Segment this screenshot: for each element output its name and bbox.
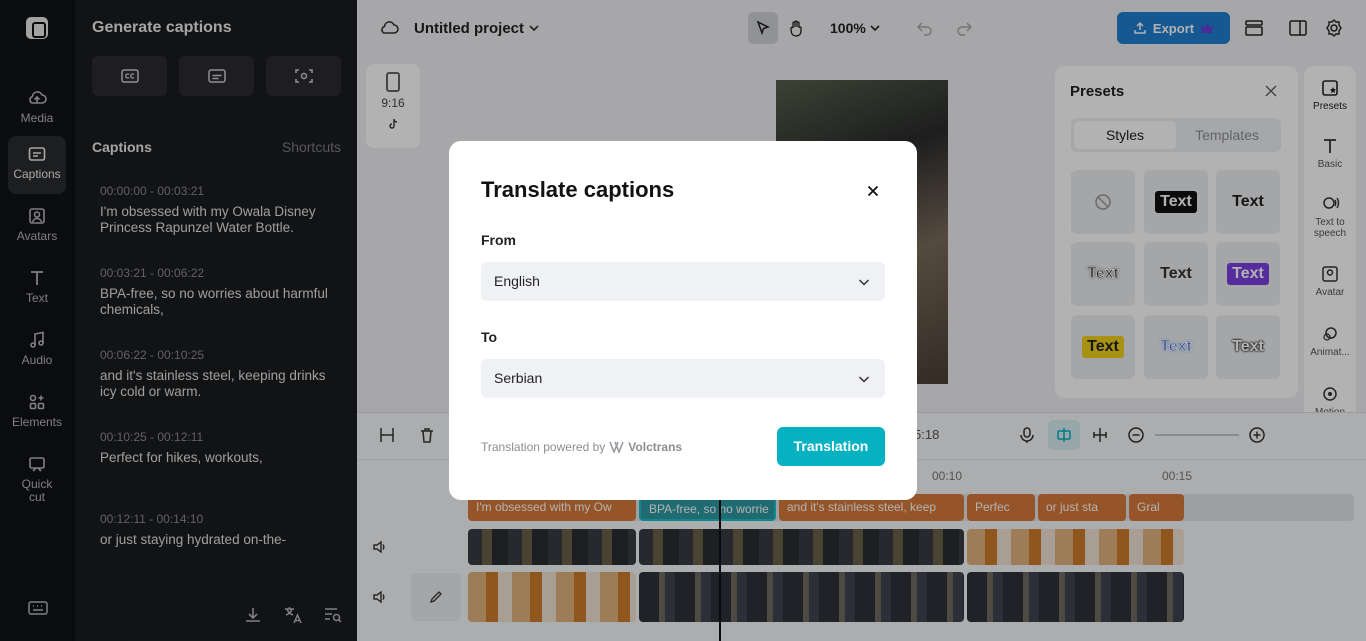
dialog-title: Translate captions: [481, 177, 675, 202]
from-language-select[interactable]: English: [481, 262, 885, 301]
volctrans-logo-icon: [609, 441, 625, 453]
translate-captions-dialog: Translate captions From English To Serbi…: [449, 141, 917, 500]
brand-name: Volctrans: [628, 440, 683, 454]
to-language-value: Serbian: [494, 370, 543, 386]
from-language-value: English: [494, 273, 540, 289]
from-label: From: [481, 232, 516, 248]
powered-by: Translation powered by Volctrans: [481, 440, 682, 454]
close-icon[interactable]: [861, 179, 885, 203]
chevron-down-icon: [858, 376, 870, 383]
chevron-down-icon: [858, 279, 870, 286]
to-label: To: [481, 329, 498, 345]
powered-by-text: Translation powered by: [481, 440, 606, 454]
translation-button[interactable]: Translation: [777, 427, 885, 466]
to-language-select[interactable]: Serbian: [481, 359, 885, 398]
